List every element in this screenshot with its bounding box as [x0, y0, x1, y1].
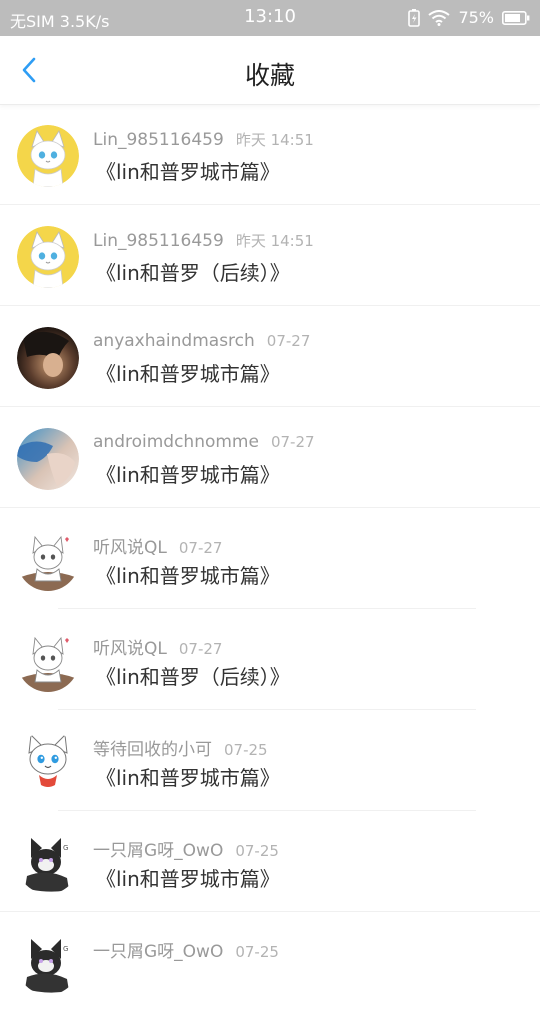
item-meta: anyaxhaindmasrch 07-27 [93, 331, 310, 351]
status-bar: 无SIM 3.5K/s 13:10 75% [0, 0, 540, 36]
username: 听风说QL [93, 538, 167, 558]
cat-yellow-avatar [17, 226, 79, 288]
fox-sketch-avatar [17, 529, 79, 591]
battery-percent-text: 75% [458, 8, 494, 27]
nav-header: 收藏 [0, 36, 540, 105]
fox-sketch-avatar [17, 630, 79, 692]
username: 一只屑G呀_OwO [93, 942, 224, 962]
wolf-dark-avatar: G [17, 933, 79, 995]
timestamp: 07-25 [224, 741, 268, 759]
timestamp: 07-27 [266, 332, 311, 350]
svg-text:G: G [63, 844, 68, 852]
timestamp: 昨天 14:51 [235, 232, 314, 250]
username: androimdchnomme [93, 432, 259, 452]
favorite-title: 《lin和普罗（后续）》 [96, 261, 290, 285]
wifi-icon [428, 9, 451, 26]
item-meta: Lin_985116459 昨天 14:51 [93, 230, 314, 251]
charging-icon [408, 8, 421, 27]
status-icons: 75% [408, 8, 530, 27]
timestamp: 07-27 [270, 433, 315, 451]
photo-blue-avatar [17, 428, 79, 490]
item-meta: 听风说QL 07-27 [93, 533, 222, 558]
username: Lin_985116459 [93, 130, 224, 150]
item-meta: Lin_985116459 昨天 14:51 [93, 129, 314, 150]
list-item[interactable]: G 一只屑G呀_OwO 07-25 《lin和普罗城市篇》 [0, 811, 540, 912]
favorite-title: 《lin和普罗（后续）》 [96, 665, 290, 689]
list-item[interactable]: Lin_985116459 昨天 14:51 《lin和普罗城市篇》 [0, 104, 540, 205]
username: anyaxhaindmasrch [93, 331, 255, 351]
wolf-dark-avatar: G [17, 832, 79, 894]
timestamp: 07-27 [178, 640, 223, 658]
favorite-title: 《lin和普罗城市篇》 [96, 564, 280, 588]
favorite-title: 《lin和普罗城市篇》 [96, 362, 280, 386]
username: 听风说QL [93, 639, 167, 659]
list-item[interactable]: 听风说QL 07-27 《lin和普罗城市篇》 [0, 508, 540, 609]
timestamp: 昨天 14:51 [235, 131, 314, 149]
favorite-title: 《lin和普罗城市篇》 [96, 766, 280, 790]
item-meta: 一只屑G呀_OwO 07-25 [93, 836, 279, 861]
list-item[interactable]: 听风说QL 07-27 《lin和普罗（后续）》 [0, 609, 540, 710]
timestamp: 07-25 [235, 842, 279, 860]
favorite-title: 《lin和普罗城市篇》 [96, 463, 280, 487]
svg-text:G: G [63, 945, 68, 953]
item-meta: 一只屑G呀_OwO 07-25 [93, 937, 279, 962]
favorites-list: Lin_985116459 昨天 14:51 《lin和普罗城市篇》 Lin_98… [0, 104, 540, 1013]
username: 等待回收的小可 [93, 740, 212, 760]
favorite-title: 《lin和普罗城市篇》 [96, 160, 280, 184]
favorite-title: 《lin和普罗城市篇》 [96, 867, 280, 891]
fox-blue-avatar [17, 731, 79, 793]
item-meta: 听风说QL 07-27 [93, 634, 222, 659]
list-item[interactable]: G 一只屑G呀_OwO 07-25 [0, 912, 540, 1013]
list-item[interactable]: Lin_985116459 昨天 14:51 《lin和普罗（后续）》 [0, 205, 540, 306]
cat-yellow-avatar [17, 125, 79, 187]
list-item[interactable]: anyaxhaindmasrch 07-27 《lin和普罗城市篇》 [0, 306, 540, 407]
list-item[interactable]: androimdchnomme 07-27 《lin和普罗城市篇》 [0, 407, 540, 508]
item-meta: androimdchnomme 07-27 [93, 432, 315, 452]
photo-dark-avatar [17, 327, 79, 389]
battery-icon [502, 10, 530, 25]
page-title: 收藏 [244, 61, 295, 90]
username: 一只屑G呀_OwO [93, 841, 224, 861]
timestamp: 07-25 [235, 943, 279, 961]
list-item[interactable]: 等待回收的小可 07-25 《lin和普罗城市篇》 [0, 710, 540, 811]
item-meta: 等待回收的小可 07-25 [93, 735, 268, 760]
username: Lin_985116459 [93, 231, 224, 251]
timestamp: 07-27 [178, 539, 223, 557]
